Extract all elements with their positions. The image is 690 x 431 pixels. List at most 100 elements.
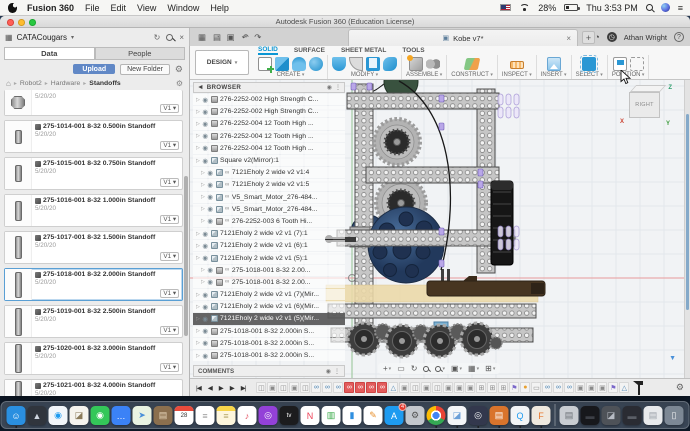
toolbar-group-label[interactable]: CONSTRUCT ▾ [451, 72, 493, 79]
revolve-icon[interactable] [292, 57, 306, 71]
zoom-window-icon[interactable]: ▾ [435, 366, 445, 372]
timeline-feature-mirror-icon[interactable]: ◫ [300, 382, 310, 393]
dock-discord-icon[interactable]: ◎ [469, 406, 488, 425]
expand-icon[interactable]: ▷ [201, 182, 205, 188]
toolbar-group-label[interactable]: INSPECT ▾ [502, 72, 532, 79]
apple-menu-icon[interactable] [8, 3, 17, 13]
dock-system-preferences-icon[interactable]: ⚙ [406, 406, 425, 425]
save-icon[interactable]: ▣ [227, 32, 235, 43]
expand-icon[interactable]: ▷ [201, 194, 205, 200]
grid-settings-icon[interactable]: ▦▾ [468, 364, 479, 373]
display-settings-icon[interactable]: ▣▾ [451, 364, 462, 373]
toolbar-group-label[interactable]: CREATE ▾ [277, 72, 305, 79]
breadcrumb-item[interactable]: Hardware [51, 80, 80, 87]
visibility-eye-icon[interactable]: ◉ [202, 291, 208, 299]
dock-contacts-icon[interactable]: ▤ [154, 406, 173, 425]
revert-position-icon[interactable] [630, 57, 644, 71]
timeline-feature-flag-icon[interactable]: ⚑ [608, 382, 618, 393]
select-icon[interactable] [582, 57, 596, 71]
expand-icon[interactable]: ▷ [201, 279, 205, 285]
visibility-eye-icon[interactable]: ◉ [202, 315, 208, 323]
browser-tree-item[interactable]: ▷◉276-2252-002 High Strength C... [193, 106, 345, 117]
browser-tree-item[interactable]: ▷◉275-1018-001 8-32 2.000in S... [193, 326, 345, 337]
breadcrumb-item[interactable]: Robot2 [20, 80, 42, 87]
expand-icon[interactable]: ▷ [201, 206, 205, 212]
timeline-feature-flag-icon[interactable]: ⚑ [509, 382, 519, 393]
toolbar-tab-surface[interactable]: SURFACE [294, 47, 325, 54]
refresh-icon[interactable]: ↻ [154, 33, 161, 42]
job-status-icon[interactable]: ◔ [594, 32, 599, 42]
insert-canvas-icon[interactable] [547, 57, 561, 71]
timeline-feature-mirror-icon[interactable]: ◫ [256, 382, 266, 393]
visibility-eye-icon[interactable]: ◉ [207, 217, 213, 225]
toolbar-group-label[interactable]: POSITION ▾ [612, 72, 645, 79]
timeline-settings-gear-icon[interactable]: ⚙ [676, 382, 684, 393]
visibility-eye-icon[interactable]: ◉ [202, 144, 208, 152]
visibility-eye-icon[interactable]: ◉ [202, 120, 208, 128]
go-to-start-icon[interactable]: |◀ [196, 384, 201, 392]
expand-icon[interactable]: ▷ [196, 255, 200, 261]
step-forward-icon[interactable]: ▶ [230, 384, 234, 392]
timeline-feature-component-icon[interactable]: ▣ [597, 382, 607, 393]
dock-fusion-360-icon[interactable]: F [532, 406, 551, 425]
visibility-eye-icon[interactable]: ◉ [207, 278, 213, 286]
visibility-eye-icon[interactable]: ◉ [202, 108, 208, 116]
visibility-eye-icon[interactable]: ◉ [202, 254, 208, 262]
expand-icon[interactable]: ▷ [196, 97, 200, 103]
browser-scroll-more-icon[interactable]: ▼ [669, 355, 676, 362]
shell-icon[interactable] [366, 57, 380, 71]
browser-tree-item[interactable]: ▷◉7121Eholy 2 wide v2 v1 (6):1 [193, 240, 345, 251]
timeline-feature-triangle-icon[interactable]: △ [388, 382, 398, 393]
expand-icon[interactable]: ▷ [201, 267, 205, 273]
timeline-feature-joint-icon[interactable]: ∞ [311, 382, 321, 393]
browser-tree-item[interactable]: ▷◉∞7121Eholy 2 wide v2 v1:4 [193, 167, 345, 178]
workspace-design-dropdown[interactable]: DESIGN▾ [195, 50, 249, 75]
data-panel-toggle-icon[interactable]: ▦ [198, 32, 206, 43]
browser-dots-icon[interactable]: ⋮ [335, 84, 341, 91]
dock-quicktime-icon[interactable]: Q [511, 406, 530, 425]
browser-tree-item[interactable]: ▷◉7121Eholy 2 wide v2 v1 (5):1 [193, 252, 345, 263]
home-icon[interactable]: ⌂ [6, 79, 11, 88]
zoom-icon[interactable] [423, 366, 429, 372]
timeline-feature-panel-icon[interactable]: ▭ [531, 382, 541, 393]
robot-model[interactable] [325, 80, 545, 357]
timeline-feature-joint-icon[interactable]: ∞ [564, 382, 574, 393]
dock-minimized-window-1-icon[interactable]: ▬ [581, 406, 600, 425]
timeline-feature-component-icon[interactable]: ▣ [586, 382, 596, 393]
timeline-feature-group-icon[interactable]: ⊞ [498, 382, 508, 393]
visibility-eye-icon[interactable]: ◉ [207, 205, 213, 213]
joint-icon[interactable] [426, 57, 440, 71]
user-name[interactable]: Athan Wright [624, 33, 667, 42]
timeline-feature-component-icon[interactable]: ▣ [399, 382, 409, 393]
data-item-card[interactable]: 275-1015-001 8-32 0.750in Standoff5/20/2… [4, 157, 183, 190]
tab-data[interactable]: Data [4, 47, 95, 60]
browser-tree-item[interactable]: ▷◉7121Eholy 2 wide v2 v1 (7):1 [193, 228, 345, 239]
help-icon[interactable]: ? [674, 32, 684, 42]
toolbar-group-label[interactable]: INSERT ▾ [541, 72, 567, 79]
menu-file[interactable]: File [85, 3, 100, 13]
recent-activity-icon[interactable]: ◷ [607, 32, 617, 42]
timeline-feature-group-icon[interactable]: ⊞ [487, 382, 497, 393]
visibility-eye-icon[interactable]: ◉ [202, 230, 208, 238]
dock-file-cabinet-icon[interactable]: ▤ [560, 406, 579, 425]
browser-tree-item[interactable]: ▷◉276-2252-004 12 Tooth High ... [193, 131, 345, 142]
browser-tree-item[interactable]: ▷◉7121Eholy 2 wide v2 v1 (6)(Mir... [193, 301, 345, 312]
expand-icon[interactable]: ▷ [196, 316, 200, 322]
browser-tree-item[interactable]: ▷◉∞276-2252-003 6 Tooth Hi... [193, 216, 345, 227]
data-item-card[interactable]: 275-1019-001 8-32 2.500in Standoff5/20/2… [4, 305, 183, 338]
visibility-eye-icon[interactable]: ◉ [202, 327, 208, 335]
input-source-flag-icon[interactable] [500, 4, 511, 11]
dock-calendar-icon[interactable]: 28 [175, 406, 194, 425]
browser-tree-item[interactable]: ▷◉276-2252-004 12 Tooth High ... [193, 118, 345, 129]
data-item-card[interactable]: 275-1018-001 8-32 2.000in Standoff5/20/2… [4, 268, 183, 301]
document-tab[interactable]: ▣ Kobe v7* × [348, 29, 578, 46]
expand-icon[interactable]: ▷ [196, 145, 200, 151]
timeline-feature-joint-icon[interactable]: ∞ [355, 382, 365, 393]
look-at-icon[interactable]: ▭ [397, 364, 405, 373]
browser-collapse-icon[interactable]: ◄ [197, 84, 204, 91]
timeline-feature-component-icon[interactable]: ▣ [454, 382, 464, 393]
data-panel-scrollbar[interactable] [184, 176, 188, 336]
dock-chrome-icon[interactable] [427, 406, 446, 425]
version-dropdown[interactable]: V1 ▾ [160, 363, 179, 372]
dock-safari-icon[interactable]: ◉ [49, 406, 68, 425]
